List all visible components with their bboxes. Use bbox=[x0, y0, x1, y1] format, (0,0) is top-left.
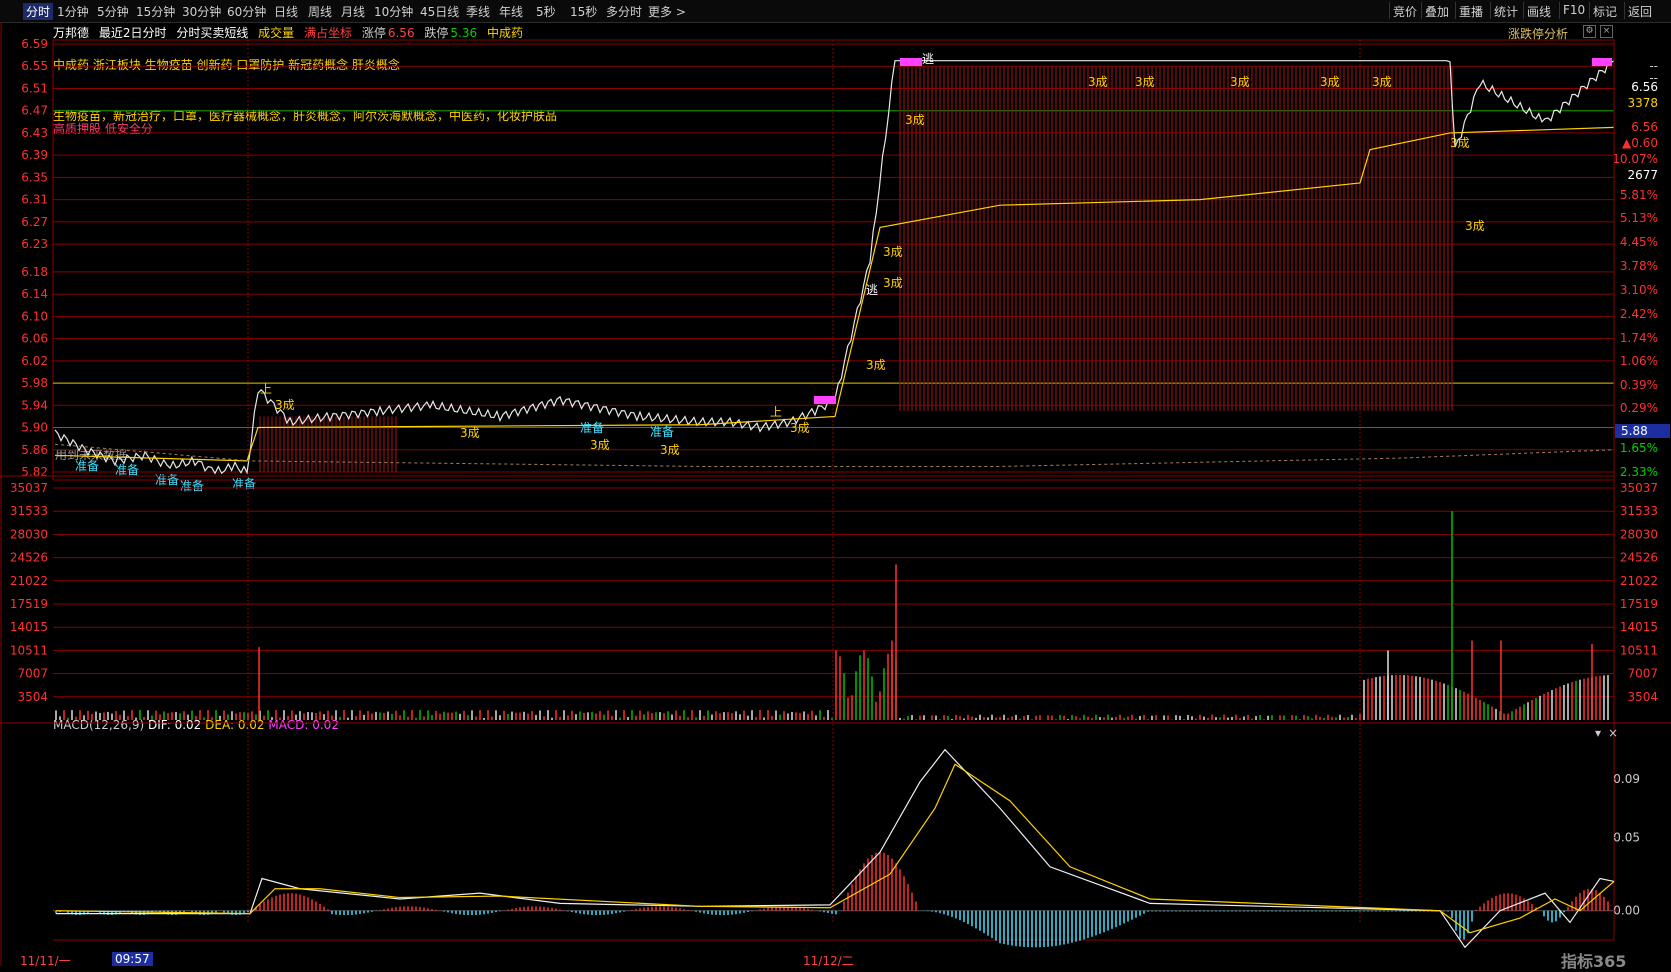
volume-tick: 21022 bbox=[10, 574, 48, 588]
signal-label: 3成 bbox=[883, 276, 903, 290]
pct-tick: 1.65% bbox=[1620, 441, 1658, 455]
volume-tick-right: 24526 bbox=[1620, 551, 1658, 565]
signal-label: 3成 bbox=[1465, 219, 1485, 233]
intraday-chart[interactable]: 6.59 6.55 6.51 6.47 6.43 6.39 6.35 6.31 6.27 6.23… bbox=[0, 0, 1671, 969]
signal-label: 准备 bbox=[115, 463, 139, 477]
price-tick: 5.94 bbox=[21, 398, 48, 412]
signal-label: 准备 bbox=[650, 425, 674, 439]
volume-tick-right: 21022 bbox=[1620, 574, 1658, 588]
dea-line bbox=[55, 763, 1615, 934]
dif-line bbox=[56, 748, 1615, 949]
signal-label: 3成 bbox=[590, 438, 610, 452]
right-price-2: 6.56 bbox=[1631, 120, 1658, 134]
signal-label: 3成 bbox=[790, 421, 810, 435]
signal-label: 准备 bbox=[180, 479, 204, 493]
ma-dotted-line bbox=[54, 443, 1615, 467]
pct-tick: 5.13% bbox=[1620, 211, 1658, 225]
signal-label: 3成 bbox=[275, 398, 295, 412]
price-tick: 6.59 bbox=[21, 37, 48, 51]
signal-label: 逃 bbox=[866, 283, 878, 297]
right-vol-2: 2677 bbox=[1627, 168, 1658, 182]
signal-label: 3成 bbox=[1230, 75, 1250, 89]
volume-tick: 3504 bbox=[17, 690, 48, 704]
signal-label: 准备 bbox=[155, 473, 179, 487]
price-tick: 6.02 bbox=[21, 354, 48, 368]
volume-tick-right: 7007 bbox=[1627, 667, 1658, 681]
price-tick: 6.27 bbox=[21, 215, 48, 229]
signal-label: 准备 bbox=[580, 421, 604, 435]
signal-label: 3成 bbox=[1320, 75, 1340, 89]
price-tick: 6.06 bbox=[21, 332, 48, 346]
price-tick: 6.39 bbox=[21, 148, 48, 162]
price-tick: 6.51 bbox=[21, 81, 48, 95]
signal-label: 3成 bbox=[1135, 75, 1155, 89]
volume-tick: 28030 bbox=[10, 527, 48, 541]
signal-label: 3成 bbox=[883, 245, 903, 259]
signal-label: 3成 bbox=[1372, 75, 1392, 89]
signal-label: 准备 bbox=[75, 459, 99, 473]
signal-label: 3成 bbox=[660, 443, 680, 457]
volume-tick: 35037 bbox=[10, 481, 48, 495]
price-tick: 6.35 bbox=[21, 170, 48, 184]
price-tick: 5.90 bbox=[21, 421, 48, 435]
price-tick: 5.82 bbox=[21, 465, 48, 479]
pct-tick: 1.74% bbox=[1620, 331, 1658, 345]
price-tick: 6.43 bbox=[21, 126, 48, 140]
signal-label: 准备 bbox=[232, 477, 256, 491]
pct-tick: 3.78% bbox=[1620, 259, 1658, 273]
limit-marker bbox=[1592, 58, 1612, 66]
pct-tick: 2.33% bbox=[1620, 465, 1658, 479]
volume-tick-right: 17519 bbox=[1620, 597, 1658, 611]
volume-tick-right: 14015 bbox=[1620, 620, 1658, 634]
volume-tick-right: 3504 bbox=[1627, 690, 1658, 704]
price-tick: 5.98 bbox=[21, 376, 48, 390]
volume-tick: 10511 bbox=[10, 643, 48, 657]
macd-dropdown-icon: ▾ bbox=[1595, 726, 1601, 740]
price-tick: 6.23 bbox=[21, 237, 48, 251]
signal-label: 3成 bbox=[460, 426, 480, 440]
signal-label: 上 bbox=[770, 405, 782, 419]
price-tick: 6.47 bbox=[21, 104, 48, 118]
price-tick: 6.18 bbox=[21, 265, 48, 279]
volume-tick-right: 35037 bbox=[1620, 481, 1658, 495]
volume-tick-right: 28030 bbox=[1620, 527, 1658, 541]
pct-tick: 5.81% bbox=[1620, 188, 1658, 202]
right-vol-1: 3378 bbox=[1627, 96, 1658, 110]
limit-marker bbox=[814, 396, 836, 404]
pct-tick: 4.45% bbox=[1620, 235, 1658, 249]
price-tick: 6.55 bbox=[21, 59, 48, 73]
right-pct: 10.07% bbox=[1612, 152, 1658, 166]
volume-tick: 7007 bbox=[17, 667, 48, 681]
volume-tick-right: 10511 bbox=[1620, 643, 1658, 657]
signal-label: 3成 bbox=[905, 113, 925, 127]
right-change: ▲0.60 bbox=[1622, 136, 1658, 150]
pct-tick: 2.42% bbox=[1620, 307, 1658, 321]
volume-tick: 24526 bbox=[10, 551, 48, 565]
price-tick: 6.31 bbox=[21, 193, 48, 207]
volume-tick-right: 31533 bbox=[1620, 504, 1658, 518]
signal-label: 3成 bbox=[866, 358, 886, 372]
volume-tick: 17519 bbox=[10, 597, 48, 611]
volume-tick: 31533 bbox=[10, 504, 48, 518]
price-tick: 6.14 bbox=[21, 287, 48, 301]
pct-tick: 0.29% bbox=[1620, 401, 1658, 415]
price-tick: 6.10 bbox=[21, 309, 48, 323]
right-price-1: 6.56 bbox=[1631, 80, 1658, 94]
signal-label: 逃 bbox=[922, 52, 934, 66]
signal-label: 3成 bbox=[1450, 136, 1470, 150]
limit-marker bbox=[900, 58, 922, 66]
current-price: 5.88 bbox=[1621, 424, 1648, 438]
pct-tick: 3.10% bbox=[1620, 283, 1658, 297]
signal-label: 3成 bbox=[1088, 75, 1108, 89]
signal-label: 上 bbox=[260, 382, 272, 396]
price-tick: 5.86 bbox=[21, 443, 48, 457]
macd-close-icon: × bbox=[1608, 726, 1618, 740]
pct-tick: 1.06% bbox=[1620, 354, 1658, 368]
volume-tick: 14015 bbox=[10, 620, 48, 634]
pct-tick: 0.39% bbox=[1620, 378, 1658, 392]
